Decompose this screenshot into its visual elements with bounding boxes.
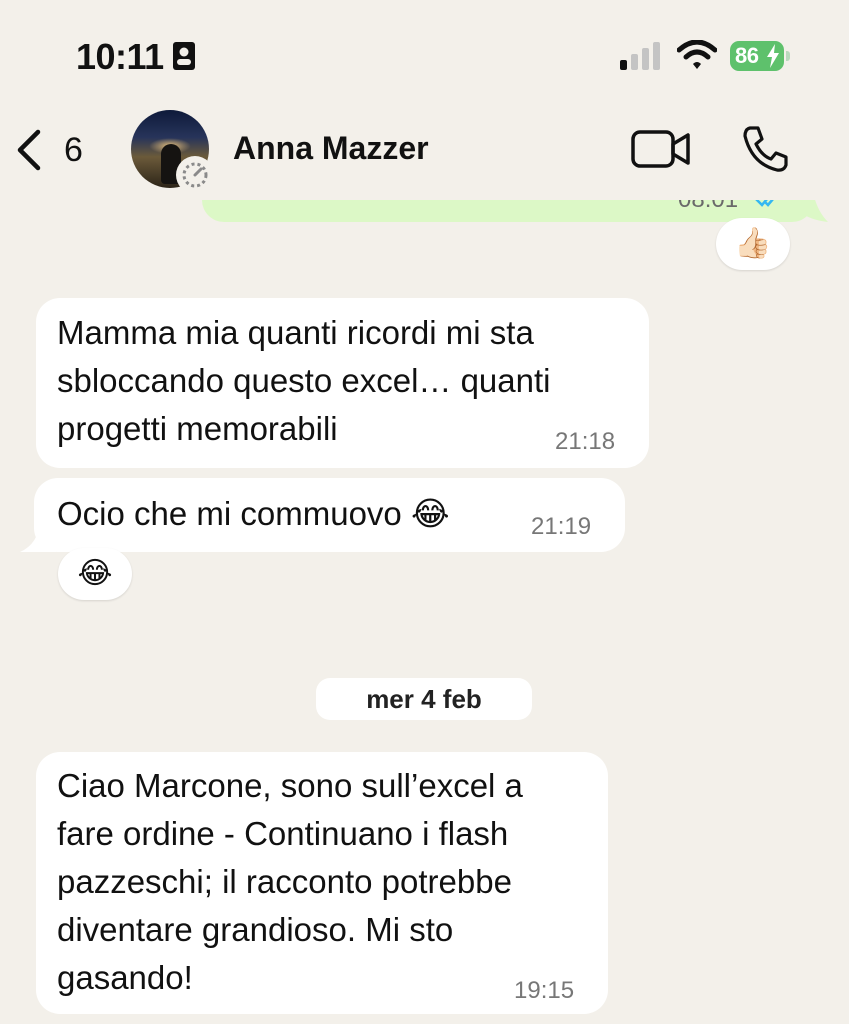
bolt-icon [767, 44, 779, 68]
reaction-thumbs-up[interactable]: 👍🏻 [716, 218, 790, 270]
message-text: Ocio che mi commuovo 😂 [57, 495, 450, 532]
back-button[interactable]: 6 [14, 124, 83, 176]
battery-cap [786, 51, 790, 61]
message-time: 19:15 [514, 977, 575, 1004]
incoming-message-bubble[interactable]: Ciao Marcone, sono sull’excel a fare ord… [36, 752, 608, 1014]
message-text: Mamma mia quanti ricordi mi sta sbloccan… [57, 314, 551, 447]
message-text: Ciao Marcone, sono sull’excel a fare ord… [57, 767, 523, 996]
contact-name[interactable]: Anna Mazzer [233, 130, 429, 167]
chat-header: 6 Anna Mazzer [0, 100, 849, 200]
wifi-icon [677, 40, 717, 69]
id-card-icon [173, 42, 195, 70]
battery-charging-icon: 86 [730, 41, 790, 71]
status-bar: 10:11 86 [0, 0, 849, 100]
reaction-laughing[interactable]: 😂 [58, 548, 132, 600]
cellular-signal-icon [620, 42, 660, 70]
incoming-message-bubble[interactable]: Ocio che mi commuovo 😂 21:19 [34, 478, 625, 552]
incoming-message-bubble[interactable]: Mamma mia quanti ricordi mi sta sbloccan… [36, 298, 649, 468]
message-time: 21:19 [531, 513, 592, 540]
status-ring[interactable] [176, 156, 214, 194]
message-time: 21:18 [555, 428, 616, 455]
video-camera-icon[interactable] [630, 128, 692, 172]
status-time: 10:11 [76, 36, 164, 77]
date-separator: mer 4 feb [316, 678, 532, 720]
chevron-left-icon [17, 129, 41, 171]
status-ring-icon [182, 162, 208, 188]
unread-count: 6 [64, 130, 83, 169]
phone-icon[interactable] [740, 124, 790, 174]
